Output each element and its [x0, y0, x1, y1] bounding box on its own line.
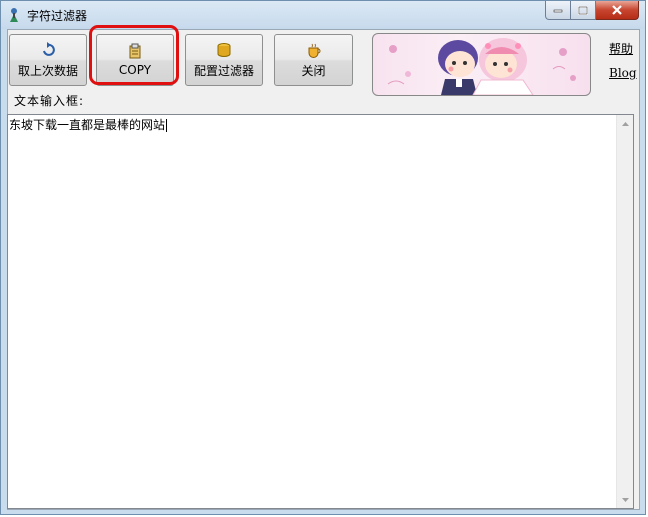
wedding-couple-banner: [372, 33, 591, 96]
configure-filter-label: 配置过滤器: [193, 63, 254, 78]
load-last-data-button[interactable]: 取上次数据: [9, 34, 87, 86]
text-input-content[interactable]: 东坡下载一直都是最棒的网站: [9, 116, 168, 133]
text-input-value: 东坡下载一直都是最棒的网站: [9, 118, 166, 132]
app-icon: [10, 8, 18, 22]
vertical-scrollbar[interactable]: [616, 115, 633, 508]
text-caret: [166, 119, 168, 132]
chevron-up-icon: [621, 121, 629, 126]
text-input-area[interactable]: 东坡下载一直都是最棒的网站: [7, 114, 634, 509]
maximize-icon: [578, 5, 588, 15]
minimize-button[interactable]: [545, 1, 571, 20]
coffee-cup-icon: [308, 43, 320, 58]
blog-link[interactable]: Blog: [609, 66, 637, 80]
scroll-down-button[interactable]: [617, 491, 633, 508]
load-last-data-label: 取上次数据: [17, 63, 78, 78]
scroll-up-button[interactable]: [617, 115, 633, 132]
close-button[interactable]: 关闭: [274, 34, 353, 86]
close-label: 关闭: [301, 63, 326, 78]
chevron-down-icon: [621, 497, 629, 502]
window-title: 字符过滤器: [27, 9, 88, 23]
main-panel: 取上次数据 COPY 配置过滤器 关闭 帮助 Blog 文本输入框: 东坡下载一…: [7, 25, 640, 510]
minimize-icon: [553, 9, 563, 13]
wedding-couple-illustration: [387, 38, 576, 95]
clipboard-icon: [129, 43, 141, 59]
database-icon: [217, 42, 231, 57]
app-window: 字符过滤器 取上次数据 COPY 配置过滤器 关闭 帮助 Blog 文本输入框:…: [0, 0, 646, 515]
configure-filter-button[interactable]: 配置过滤器: [185, 34, 263, 86]
maximize-button[interactable]: [571, 1, 596, 20]
copy-button[interactable]: COPY: [96, 34, 174, 86]
refresh-arrow-icon: [43, 41, 55, 56]
caption-buttons: [545, 1, 639, 21]
close-window-button[interactable]: [596, 1, 639, 20]
title-bar[interactable]: 字符过滤器: [1, 1, 645, 29]
text-input-label: 文本输入框:: [14, 94, 85, 108]
close-icon: [612, 5, 622, 15]
copy-label: COPY: [118, 63, 152, 77]
help-link[interactable]: 帮助: [609, 40, 633, 57]
